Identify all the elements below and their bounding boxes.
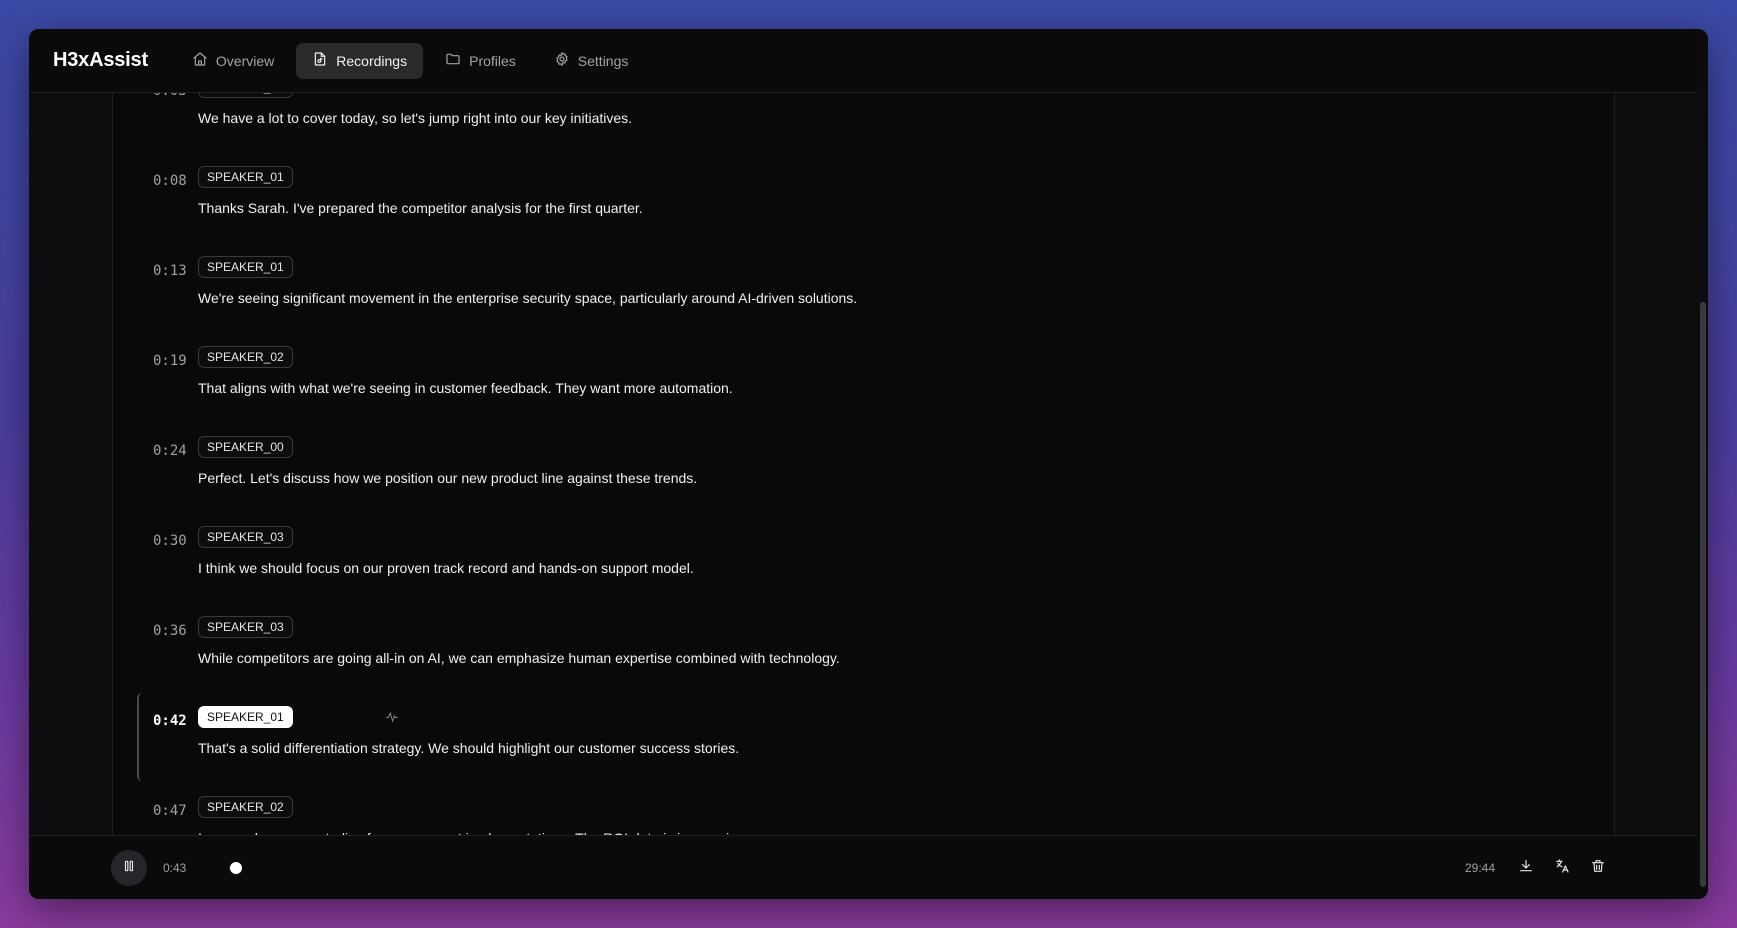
segment-text: I think we should focus on our proven tr… [198, 560, 694, 576]
nav-item-label: Profiles [469, 52, 516, 69]
segment-timestamp[interactable]: 0:30 [153, 533, 187, 549]
transcript-segment[interactable]: 0:19 SPEAKER_02 That aligns with what we'r… [113, 333, 1614, 423]
scrollbar-thumb[interactable] [1700, 302, 1706, 887]
speaker-badge[interactable]: SPEAKER_01 [198, 256, 293, 278]
nav-item-settings[interactable]: Settings [538, 43, 645, 79]
nav-item-label: Recordings [336, 52, 408, 69]
segment-timestamp[interactable]: 0:08 [153, 173, 187, 189]
segment-timestamp[interactable]: 0:19 [153, 353, 187, 369]
delete-button[interactable] [1588, 858, 1608, 878]
transcript-segment[interactable]: 0:24 SPEAKER_00 Perfect. Let's discuss how… [113, 423, 1614, 513]
speaker-badge[interactable]: SPEAKER_02 [198, 796, 293, 818]
file-audio-icon [312, 51, 328, 70]
nav-item-overview[interactable]: Overview [176, 43, 290, 79]
speaker-badge[interactable]: SPEAKER_03 [198, 616, 293, 638]
gear-icon [554, 51, 570, 70]
segment-text: That aligns with what we're seeing in cu… [198, 380, 733, 396]
download-icon [1518, 858, 1534, 879]
segment-text: We have a lot to cover today, so let's j… [198, 110, 633, 126]
segment-timestamp[interactable]: 0:47 [153, 803, 187, 819]
nav-item-recordings[interactable]: Recordings [296, 42, 424, 79]
current-time: 0:43 [163, 861, 187, 875]
trash-icon [1590, 858, 1606, 879]
scrollbar[interactable] [1698, 29, 1708, 899]
transcript-segment[interactable]: 0:42 SPEAKER_01 That's a solid differentia… [113, 693, 1614, 783]
content-area: 0:03 SPEAKER_00 We have a lot to cover tod… [29, 93, 1698, 835]
transcript-segment[interactable]: 0:47SPEAKER_02I can work on case studies… [113, 783, 1614, 835]
download-button[interactable] [1516, 858, 1536, 878]
segment-timestamp[interactable]: 0:42 [153, 713, 187, 729]
segment-text: That's a solid differentiation strategy.… [198, 740, 740, 756]
pause-button[interactable] [111, 850, 147, 886]
transcript-segment[interactable]: 0:36 SPEAKER_03 While competitors are goin… [113, 603, 1614, 693]
segment-text: While competitors are going all-in on AI… [198, 650, 840, 666]
segment-timestamp[interactable]: 0:36 [153, 623, 187, 639]
app-window: H3xAssist Overview Recordings Profiles S… [29, 29, 1708, 899]
transcript-panel[interactable]: 0:03 SPEAKER_00 We have a lot to cover tod… [112, 93, 1615, 835]
transcript-segment[interactable]: 0:13 SPEAKER_01 We're seeing significant m… [113, 243, 1614, 333]
nav-item-label: Settings [577, 52, 629, 69]
translate-icon [1554, 858, 1570, 879]
transcript-segment[interactable]: 0:03 SPEAKER_00 We have a lot to cover tod… [113, 93, 1614, 153]
top-nav-bar: H3xAssist Overview Recordings Profiles S… [29, 29, 1698, 93]
transcript-segment[interactable]: 0:08 SPEAKER_01 Thanks Sarah. I've prepare… [113, 153, 1614, 243]
speaker-badge[interactable]: SPEAKER_03 [198, 526, 293, 548]
progress-knob[interactable] [229, 862, 242, 874]
transcript-list: 0:03 SPEAKER_00 We have a lot to cover tod… [113, 93, 1614, 835]
transcript-segment[interactable]: 0:30 SPEAKER_03 I think we should focus on… [113, 513, 1614, 603]
nav-item-profiles[interactable]: Profiles [429, 43, 532, 79]
folder-icon [445, 51, 461, 70]
segment-timestamp[interactable]: 0:24 [153, 443, 187, 459]
segment-text: Thanks Sarah. I've prepared the competit… [198, 200, 643, 216]
speaker-badge[interactable]: SPEAKER_00 [198, 93, 293, 98]
speaker-badge[interactable]: SPEAKER_02 [198, 346, 293, 368]
audio-wave-icon [385, 710, 399, 724]
main-nav: Overview Recordings Profiles Settings [176, 42, 645, 79]
audio-player-bar: 0:43 29:44 [29, 835, 1698, 899]
nav-item-label: Overview [215, 52, 275, 69]
progress-slider[interactable] [229, 862, 1487, 874]
speaker-badge[interactable]: SPEAKER_00 [198, 436, 293, 458]
translate-button[interactable] [1552, 858, 1572, 878]
home-icon [192, 51, 208, 70]
segment-text: Perfect. Let's discuss how we position o… [198, 470, 698, 486]
app-title: H3xAssist [53, 49, 148, 71]
segment-timestamp[interactable]: 0:03 [153, 93, 187, 99]
total-time: 29:44 [1465, 861, 1496, 875]
segment-timestamp[interactable]: 0:13 [153, 263, 187, 279]
speaker-badge[interactable]: SPEAKER_01 [198, 166, 293, 188]
segment-text: We're seeing significant movement in the… [198, 290, 858, 306]
speaker-badge[interactable]: SPEAKER_01 [198, 706, 293, 728]
pause-icon [122, 859, 136, 878]
